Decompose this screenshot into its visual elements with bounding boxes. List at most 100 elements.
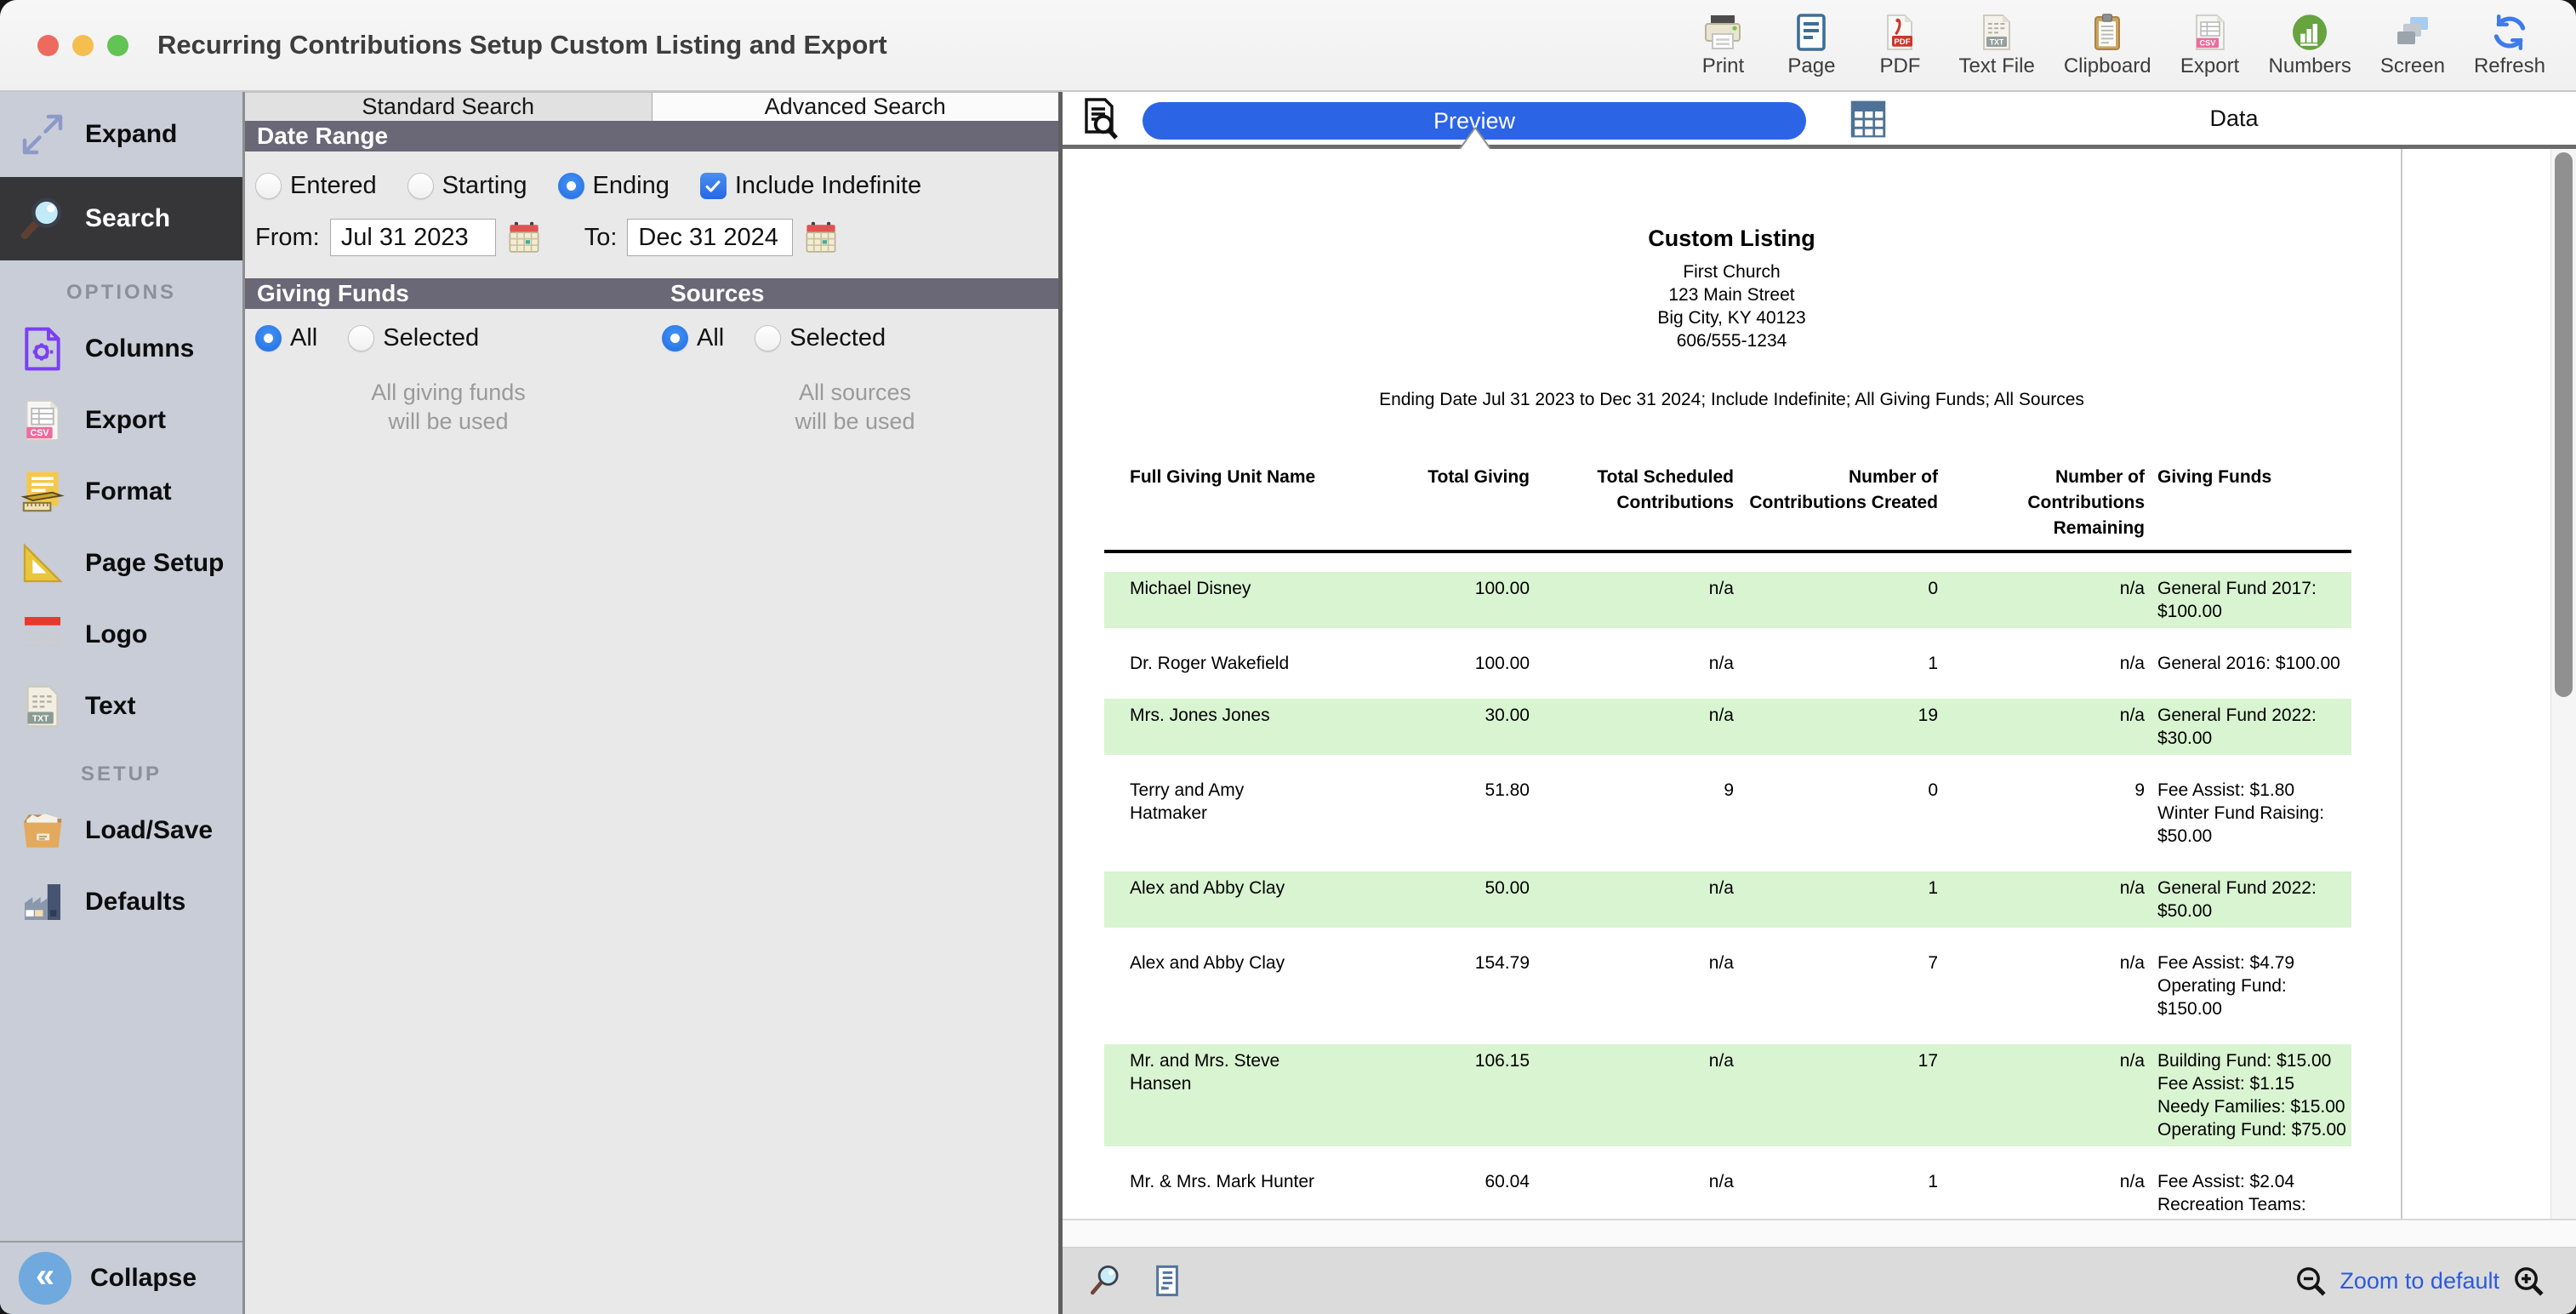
zoom-to-default-button[interactable]: Zoom to default — [2339, 1268, 2499, 1294]
giving-funds-radio-selected[interactable]: Selected — [348, 324, 479, 352]
date-range-radio-ending[interactable]: Ending — [558, 172, 670, 200]
table-rule-top — [1104, 550, 2351, 553]
toolbar-item-page[interactable]: Page — [1781, 12, 1841, 78]
radio-button-icon[interactable] — [348, 325, 374, 351]
set-square-icon — [19, 540, 66, 587]
factory-icon — [19, 878, 66, 926]
radio-button-icon[interactable] — [407, 173, 434, 199]
zoom-out-icon[interactable] — [2294, 1264, 2328, 1298]
radio-button-icon[interactable] — [662, 325, 688, 351]
toolbar-item-clipboard[interactable]: Clipboard — [2064, 12, 2151, 78]
sidebar-item-text[interactable]: TXTText — [0, 671, 242, 742]
sources-radio-selected[interactable]: Selected — [755, 324, 886, 352]
toolbar-item-print[interactable]: Print — [1693, 12, 1752, 78]
to-date-field[interactable]: Dec 31 2024 — [627, 219, 793, 256]
table-row: Alex and Abby Clay50.00n/a1n/aGeneral Fu… — [1104, 871, 2351, 928]
report-criteria: Ending Date Jul 31 2023 to Dec 31 2024; … — [1063, 390, 2401, 410]
date-range-header: Date Range — [245, 121, 1058, 151]
preview-tab-bar: Preview Data — [1063, 92, 2576, 145]
close-window-icon[interactable] — [37, 35, 59, 56]
sidebar-item-search[interactable]: Search — [0, 177, 242, 260]
toolbar-item-screen[interactable]: Screen — [2380, 12, 2445, 78]
tab-standard-search[interactable]: Standard Search — [245, 93, 653, 121]
report-table-header: Full Giving Unit NameTotal GivingTotal S… — [1104, 465, 2351, 541]
column-header-number-of-contributions-created: Number ofContributions Created — [1734, 465, 1938, 541]
calendar-icon[interactable] — [506, 220, 542, 255]
sidebar-item-label: Columns — [85, 334, 194, 363]
table-row: Alex and Abby Clay154.79n/a7n/aFee Assis… — [1104, 946, 2351, 1025]
page-right-edge — [2401, 149, 2402, 1219]
toolbar-item-refresh[interactable]: Refresh — [2474, 12, 2545, 78]
radio-label: Selected — [383, 324, 479, 352]
giving-funds-note: All giving fundswill be used — [245, 378, 652, 436]
sources-radio-all[interactable]: All — [662, 324, 724, 352]
sidebar-item-page-setup[interactable]: Page Setup — [0, 528, 242, 599]
radio-label: Starting — [442, 172, 527, 200]
radio-button-icon[interactable] — [255, 173, 282, 199]
zoom-controls: Zoom to default — [2294, 1264, 2545, 1298]
expand-arrows-icon — [19, 111, 66, 158]
vertical-scrollbar — [2550, 149, 2576, 1219]
data-grid-icon[interactable] — [1845, 96, 1891, 142]
calendar-icon[interactable] — [803, 220, 839, 255]
toolbar-item-export[interactable]: CSV Export — [2180, 12, 2240, 78]
sidebar-setup-header: SETUP — [0, 763, 242, 786]
sidebar-item-defaults[interactable]: Defaults — [0, 866, 242, 938]
sidebar-item-collapse[interactable]: « Collapse — [0, 1241, 242, 1314]
preview-panel: Preview Data Custom Listing First Church… — [1063, 92, 2576, 1314]
zoom-window-icon[interactable] — [107, 35, 128, 56]
printer-icon — [1702, 12, 1743, 53]
list-view-icon[interactable] — [1149, 1263, 1185, 1299]
toolbar-item-numbers[interactable]: Numbers — [2269, 12, 2351, 78]
numbers-icon — [2289, 12, 2330, 53]
zoom-in-icon[interactable] — [2511, 1264, 2545, 1298]
tab-advanced-search[interactable]: Advanced Search — [653, 93, 1059, 121]
include-indefinite-checkbox[interactable]: Include Indefinite — [700, 172, 921, 200]
toolbar-item-text-file[interactable]: TXTText File — [1958, 12, 2034, 78]
svg-text:CSV: CSV — [2199, 38, 2216, 47]
horizontal-scrollbar-track — [1063, 1219, 2576, 1248]
sidebar-item-columns[interactable]: Columns — [0, 313, 242, 385]
page-icon — [1791, 12, 1832, 53]
table-row: Mrs. Jones Jones30.00n/a19n/aGeneral Fun… — [1104, 699, 2351, 755]
preview-scroll-area: Custom Listing First Church123 Main Stre… — [1063, 149, 2576, 1219]
sidebar-item-label: Defaults — [85, 888, 185, 917]
pdf-icon: PDF — [1879, 12, 1920, 53]
radio-button-icon[interactable] — [755, 325, 781, 351]
scrollbar-thumb[interactable] — [2555, 152, 2573, 697]
sidebar: Expand Search OPTIONS Columns CSVExportFo… — [0, 92, 245, 1314]
doc-gear-icon — [19, 325, 66, 373]
magnifier-tool-icon[interactable] — [1088, 1263, 1124, 1299]
sidebar-item-label: Search — [85, 204, 170, 233]
sidebar-item-format[interactable]: Format — [0, 456, 242, 528]
giving-funds-radio-all[interactable]: All — [255, 324, 317, 352]
sources-column: AllSelected All sourceswill be used — [652, 309, 1058, 436]
column-header-number-of-contributions-remaining: Number ofContributionsRemaining — [1938, 465, 2145, 541]
minimize-window-icon[interactable] — [72, 35, 94, 56]
sidebar-item-export[interactable]: CSVExport — [0, 385, 242, 456]
checkbox-icon[interactable] — [700, 173, 727, 199]
search-icon — [19, 195, 66, 243]
radio-label: Selected — [789, 324, 886, 352]
txt-file-icon: TXT — [1976, 12, 2017, 53]
folder-icon — [19, 807, 66, 854]
sidebar-setup-list: Load/Save Defaults — [0, 795, 242, 938]
tab-data[interactable]: Data — [1892, 92, 2576, 145]
toolbar-item-label: Print — [1702, 54, 1744, 78]
sidebar-item-logo[interactable]: Logo — [0, 599, 242, 671]
radio-label: Ending — [593, 172, 670, 200]
sidebar-item-expand[interactable]: Expand — [0, 92, 242, 177]
sidebar-item-load-save[interactable]: Load/Save — [0, 795, 242, 866]
preview-bottom-bar: Zoom to default — [1063, 1248, 2576, 1314]
toolbar-item-pdf[interactable]: PDFPDF — [1870, 12, 1929, 78]
from-date-field[interactable]: Jul 31 2023 — [330, 219, 496, 256]
radio-button-icon[interactable] — [255, 325, 282, 351]
toolbar-item-label: Export — [2180, 54, 2239, 78]
app-window: Recurring Contributions Setup Custom Lis… — [0, 0, 2576, 1314]
date-range-radio-entered[interactable]: Entered — [255, 172, 377, 200]
giving-funds-header: Giving Funds — [257, 280, 409, 307]
toolbar-item-label: PDF — [1879, 54, 1920, 78]
radio-button-icon[interactable] — [558, 173, 584, 199]
sidebar-options-header: OPTIONS — [0, 281, 242, 305]
date-range-radio-starting[interactable]: Starting — [407, 172, 527, 200]
